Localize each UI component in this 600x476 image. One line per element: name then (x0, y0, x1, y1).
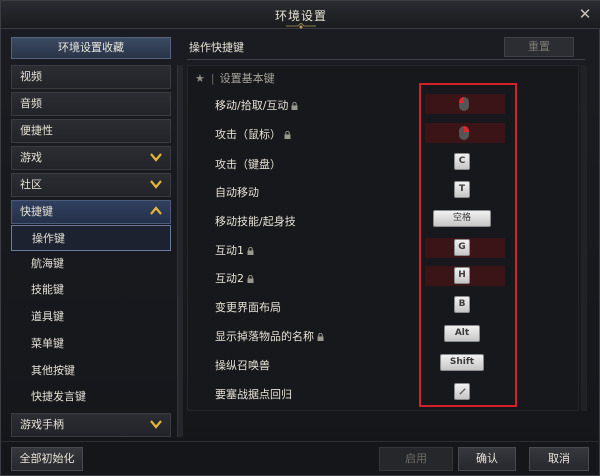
sidebar-item-community[interactable]: 社区 (11, 173, 171, 197)
window-title: 环境设置 (274, 9, 327, 23)
page-title: 操作快捷键 (189, 41, 244, 54)
sidebar-item-label: 社区 (20, 178, 42, 191)
lock-icon (247, 247, 254, 255)
hotkey-row-label: 操纵召唤兽 (215, 359, 270, 372)
sidebar-item-gamepad[interactable]: 游戏手柄 (11, 413, 171, 437)
sidebar-subitem-sailing-keys[interactable]: 航海键 (11, 251, 171, 277)
sidebar-item-label: 游戏 (20, 151, 42, 164)
highlight-box (419, 83, 517, 407)
star-icon[interactable]: ★ (195, 72, 205, 85)
lock-icon (291, 102, 298, 110)
chevron-down-icon (150, 180, 162, 189)
divider (187, 59, 585, 60)
footer-divider (1, 441, 600, 442)
sidebar-item-convenience[interactable]: 便捷性 (11, 119, 171, 143)
apply-button[interactable]: 启用 (379, 447, 453, 471)
reset-button[interactable]: 重置 (504, 37, 574, 57)
title-bar: 环境设置 ✕ (1, 1, 600, 29)
hotkey-row-label: 自动移动 (215, 186, 259, 199)
hotkey-row-label: 变更界面布局 (215, 301, 281, 314)
sidebar-subitem-chat-keys[interactable]: 快捷发言键 (11, 384, 171, 410)
hotkey-row-label: 移动/拾取/互动 (215, 97, 298, 113)
chevron-down-icon (150, 420, 162, 429)
sidebar-subitem-skill-keys[interactable]: 技能键 (11, 277, 171, 303)
chevron-down-icon (150, 153, 162, 162)
hotkey-row-label: 显示掉落物品的名称 (215, 328, 324, 344)
settings-window: 环境设置 ✕ 环境设置收藏 视频 音频 便捷性 游戏 社区 快捷键 操作键 航海… (0, 0, 600, 476)
confirm-button[interactable]: 确认 (458, 447, 516, 471)
sidebar-scrollbar[interactable] (177, 65, 183, 437)
reset-all-button[interactable]: 全部初始化 (11, 447, 83, 471)
sidebar-favorites-header[interactable]: 环境设置收藏 (11, 37, 171, 59)
settings-sidebar: 环境设置收藏 视频 音频 便捷性 游戏 社区 快捷键 操作键 航海键 技能键 道… (9, 37, 183, 437)
sidebar-subitem-action-keys[interactable]: 操作键 (11, 225, 171, 251)
sidebar-subitem-item-keys[interactable]: 道具键 (11, 304, 171, 330)
sidebar-subitem-menu-keys[interactable]: 菜单键 (11, 331, 171, 357)
sidebar-item-video[interactable]: 视频 (11, 65, 171, 89)
sidebar-item-game[interactable]: 游戏 (11, 146, 171, 170)
cancel-button[interactable]: 取消 (529, 447, 589, 471)
sidebar-item-hotkeys[interactable]: 快捷键 (11, 200, 171, 224)
sidebar-item-label: 便捷性 (20, 124, 53, 137)
close-icon[interactable]: ✕ (577, 6, 593, 22)
panel-scrollbar[interactable] (581, 65, 587, 411)
sidebar-subitem-other-keys[interactable]: 其他按键 (11, 358, 171, 384)
sidebar-item-label: 音频 (20, 97, 42, 110)
section-title: 设置基本键 (219, 72, 275, 85)
chevron-up-icon (150, 206, 162, 215)
sidebar-item-label: 游戏手柄 (20, 418, 64, 431)
sidebar-item-label: 视频 (20, 70, 42, 83)
lock-icon (317, 333, 324, 341)
hotkey-row-label: 攻击（鼠标） (215, 126, 291, 142)
lock-icon (284, 131, 291, 139)
sidebar-item-audio[interactable]: 音频 (11, 92, 171, 116)
sidebar-item-label: 快捷键 (20, 205, 53, 218)
hotkey-row-label: 互动1 (215, 242, 254, 258)
hotkey-row-label: 互动2 (215, 270, 254, 286)
hotkey-row-label: 攻击（键盘） (215, 158, 281, 171)
ornament-icon (286, 23, 316, 29)
section-header: ★ | 设置基本键 (195, 72, 275, 85)
lock-icon (247, 275, 254, 283)
hotkey-row-label: 移动技能/起身技 (215, 215, 296, 228)
hotkey-row-label: 要塞战据点回归 (215, 388, 292, 401)
